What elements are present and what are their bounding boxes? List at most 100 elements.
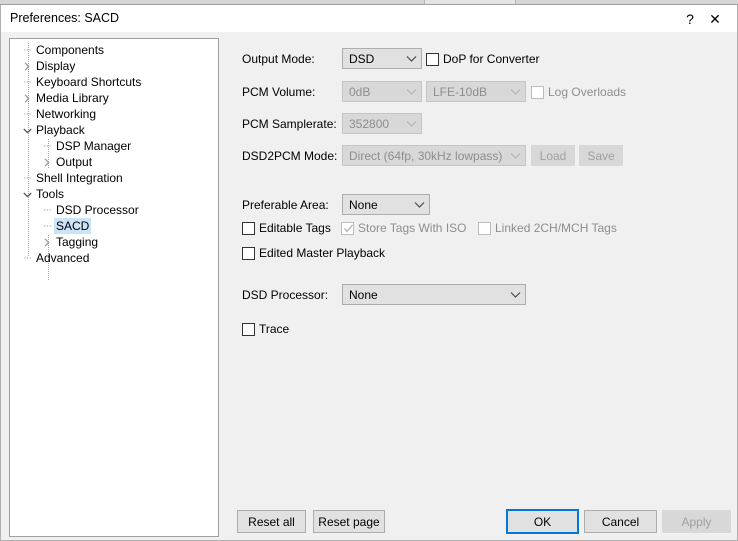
tree-connector: ··· (43, 140, 52, 152)
chevron-right-icon[interactable] (40, 234, 54, 250)
preferable-area-value: None (349, 197, 378, 212)
tree-rows: ··· Components Display ··· Keyboard Shortcut… (10, 42, 218, 266)
pcm-volume-combo[interactable]: 0dB (342, 81, 422, 102)
trace-label: Trace (259, 321, 290, 336)
chevron-down-icon (505, 152, 525, 159)
dop-for-converter-checkbox[interactable]: DoP for Converter (426, 51, 540, 67)
dsd2pcm-mode-label: DSD2PCM Mode: (242, 149, 338, 163)
chevron-down-icon (401, 55, 421, 62)
tree-connector: ··· (23, 172, 32, 184)
tree-connector: ··· (23, 76, 32, 88)
pcm-volume-label: PCM Volume: (242, 85, 316, 99)
chevron-down-icon (505, 291, 525, 298)
output-mode-value: DSD (349, 51, 375, 66)
checkbox-box (531, 85, 544, 99)
linked-tags-checkbox[interactable]: Linked 2CH/MCH Tags (478, 220, 617, 236)
preferences-tree[interactable]: ··· Components Display ··· Keyboard Shortcut… (9, 38, 219, 537)
sidebar-item-label: Keyboard Shortcuts (36, 75, 142, 89)
tree-connector: ··· (23, 44, 32, 56)
pcm-samplerate-combo[interactable]: 352800 (342, 113, 422, 134)
checkbox-box (426, 52, 439, 66)
sidebar-item-label: DSD Processor (56, 203, 139, 217)
chevron-down-icon (505, 88, 525, 95)
preferences-dialog: Preferences: SACD ? ✕ ··· Components Displ… (0, 5, 738, 541)
dsd2pcm-mode-value: Direct (64fp, 30kHz lowpass) (349, 148, 503, 163)
reset-all-button[interactable]: Reset all (237, 510, 306, 533)
sidebar-item-label: Networking (36, 107, 97, 121)
close-icon: ✕ (709, 10, 721, 27)
linked-tags-label: Linked 2CH/MCH Tags (495, 220, 617, 235)
tree-connector: ··· (23, 252, 32, 264)
dsd-processor-value: None (349, 287, 378, 302)
chevron-right-icon[interactable] (20, 90, 34, 106)
sidebar-item-label: Output (56, 155, 93, 169)
sidebar-item-label: Playback (36, 123, 85, 137)
log-overloads-label: Log Overloads (548, 84, 627, 99)
window-title: Preferences: SACD (10, 11, 120, 25)
tree-connector: ··· (43, 220, 52, 232)
sidebar-item-keyboard-shortcuts[interactable]: ··· Keyboard Shortcuts (10, 74, 218, 90)
sidebar-item-label: Components (36, 43, 105, 57)
checkbox-box (478, 221, 491, 235)
ok-button[interactable]: OK (506, 509, 579, 534)
preferable-area-label: Preferable Area: (242, 198, 329, 212)
pcm-samplerate-label: PCM Samplerate: (242, 117, 337, 131)
lfe-gain-value: LFE-10dB (433, 84, 488, 99)
sidebar-item-networking[interactable]: ··· Networking (10, 106, 218, 122)
edited-master-playback-label: Edited Master Playback (259, 245, 386, 260)
sidebar-item-shell-integration[interactable]: ··· Shell Integration (10, 170, 218, 186)
sidebar-item-tools[interactable]: Tools (10, 186, 218, 202)
apply-button[interactable]: Apply (662, 510, 731, 533)
log-overloads-checkbox[interactable]: Log Overloads (531, 84, 626, 100)
sidebar-item-advanced[interactable]: ··· Advanced (10, 250, 218, 266)
close-button[interactable]: ✕ (693, 5, 737, 32)
dsd-processor-combo[interactable]: None (342, 284, 526, 305)
sidebar-item-label: Tools (36, 187, 65, 201)
sidebar-item-dsp-manager[interactable]: ··· DSP Manager (10, 138, 218, 154)
sidebar-item-label: DSP Manager (56, 139, 132, 153)
edited-master-playback-checkbox[interactable]: Edited Master Playback (242, 245, 385, 261)
chevron-down-icon[interactable] (20, 122, 34, 138)
title-bar: Preferences: SACD ? ✕ (1, 5, 737, 32)
save-button[interactable]: Save (579, 145, 623, 166)
dsd2pcm-mode-combo[interactable]: Direct (64fp, 30kHz lowpass) (342, 145, 526, 166)
output-mode-label: Output Mode: (242, 52, 315, 66)
load-button[interactable]: Load (531, 145, 575, 166)
sidebar-item-display[interactable]: Display (10, 58, 218, 74)
sidebar-item-components[interactable]: ··· Components (10, 42, 218, 58)
pcm-volume-value: 0dB (349, 84, 371, 99)
sidebar-item-sacd[interactable]: ··· SACD (10, 218, 218, 234)
title-bar-separator (1, 32, 737, 33)
settings-panel: Output Mode: DSD DoP for Converter PCM V… (229, 38, 731, 498)
sidebar-item-output[interactable]: Output (10, 154, 218, 170)
reset-page-button[interactable]: Reset page (313, 510, 385, 533)
sidebar-item-label: Shell Integration (36, 171, 123, 185)
dop-for-converter-label: DoP for Converter (443, 51, 540, 66)
chevron-down-icon (401, 120, 421, 127)
trace-checkbox[interactable]: Trace (242, 321, 289, 337)
sidebar-item-playback[interactable]: Playback (10, 122, 218, 138)
sidebar-item-tagging[interactable]: Tagging (10, 234, 218, 250)
sidebar-item-label: Media Library (36, 91, 109, 105)
pcm-samplerate-value: 352800 (349, 116, 390, 131)
chevron-down-icon[interactable] (20, 186, 34, 202)
output-mode-combo[interactable]: DSD (342, 48, 422, 69)
editable-tags-checkbox[interactable]: Editable Tags (242, 220, 331, 236)
checkbox-box (242, 322, 255, 336)
chevron-down-icon (401, 88, 421, 95)
cancel-button[interactable]: Cancel (584, 510, 657, 533)
editable-tags-label: Editable Tags (259, 220, 331, 235)
preferable-area-combo[interactable]: None (342, 194, 430, 215)
sidebar-item-label: Display (36, 59, 76, 73)
sidebar-item-label: Tagging (56, 235, 99, 249)
chevron-right-icon[interactable] (20, 58, 34, 74)
chevron-down-icon (409, 201, 429, 208)
store-tags-with-iso-checkbox[interactable]: Store Tags With ISO (341, 220, 467, 236)
dsd-processor-label: DSD Processor: (242, 288, 329, 302)
chevron-right-icon[interactable] (40, 154, 54, 170)
tree-connector: ··· (23, 108, 32, 120)
lfe-gain-combo[interactable]: LFE-10dB (426, 81, 526, 102)
sidebar-item-media-library[interactable]: Media Library (10, 90, 218, 106)
checkmark-icon (343, 224, 354, 233)
sidebar-item-dsd-processor[interactable]: ··· DSD Processor (10, 202, 218, 218)
